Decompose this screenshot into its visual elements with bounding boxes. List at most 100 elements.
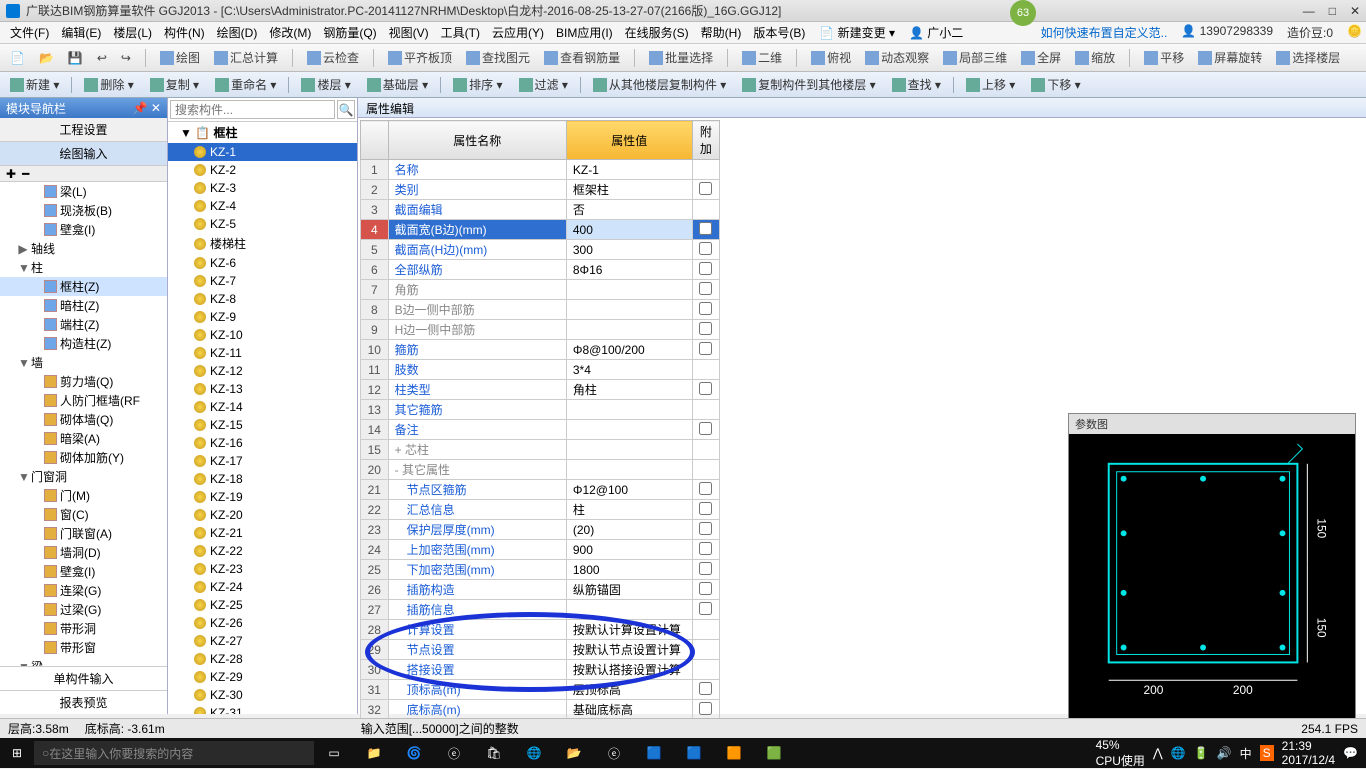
tray-clock[interactable]: 21:392017/12/4 <box>1282 739 1335 767</box>
table-row[interactable]: 32 底标高(m)基础底标高 <box>361 700 720 720</box>
table-row[interactable]: 20- 其它属性 <box>361 460 720 480</box>
table-row[interactable]: 5截面高(H边)(mm)300 <box>361 240 720 260</box>
list-item[interactable]: KZ-20 <box>168 506 357 524</box>
list-item[interactable]: KZ-9 <box>168 308 357 326</box>
table-row[interactable]: 7角筋 <box>361 280 720 300</box>
toolbar2-btn[interactable]: 上移 ▾ <box>962 74 1019 95</box>
toolbar2-btn[interactable]: 楼层 ▾ <box>297 74 354 95</box>
list-item[interactable]: KZ-3 <box>168 179 357 197</box>
menu-item[interactable]: 钢筋量(Q) <box>317 24 382 42</box>
tree-node[interactable]: 带形洞 <box>0 619 167 638</box>
toolbar2-btn[interactable]: 查找 ▾ <box>888 74 945 95</box>
toolbar-btn[interactable]: 局部三维 <box>939 47 1011 68</box>
toolbar-icon[interactable] <box>145 49 146 67</box>
list-item[interactable]: KZ-5 <box>168 215 357 233</box>
table-row[interactable]: 13其它箍筋 <box>361 400 720 420</box>
table-row[interactable]: 12柱类型角柱 <box>361 380 720 400</box>
list-item[interactable]: KZ-26 <box>168 614 357 632</box>
toolbar-icon[interactable]: 💾 <box>64 49 87 67</box>
tree-node[interactable]: ▶轴线 <box>0 239 167 258</box>
tray-ime[interactable]: 中 <box>1240 745 1252 762</box>
list-item[interactable]: KZ-15 <box>168 416 357 434</box>
edge-old-icon[interactable]: ⓔ <box>434 738 474 768</box>
app1-icon[interactable]: 🌀 <box>394 738 434 768</box>
toolbar2-btn[interactable]: 排序 ▾ <box>449 74 506 95</box>
tree-node[interactable]: 暗梁(A) <box>0 429 167 448</box>
list-item[interactable]: KZ-25 <box>168 596 357 614</box>
toolbar-icon[interactable]: ↪ <box>117 49 135 67</box>
app3-icon[interactable]: 🟦 <box>674 738 714 768</box>
table-row[interactable]: 24 上加密范围(mm)900 <box>361 540 720 560</box>
table-row[interactable]: 9H边一侧中部筋 <box>361 320 720 340</box>
list-item[interactable]: KZ-17 <box>168 452 357 470</box>
toolbar-btn[interactable]: 查看钢筋量 <box>540 47 624 68</box>
param-diagram[interactable]: 参数图 150 150 200 200 <box>1068 413 1356 723</box>
search-button[interactable]: 🔍 <box>337 100 355 119</box>
list-item[interactable]: KZ-19 <box>168 488 357 506</box>
search-input[interactable] <box>170 100 335 119</box>
folder-icon[interactable]: 📁 <box>354 738 394 768</box>
menu-newchange[interactable]: 📄 新建变更 ▾ <box>813 22 901 43</box>
tree-node[interactable]: ▼梁 <box>0 657 167 666</box>
list-item[interactable]: KZ-16 <box>168 434 357 452</box>
taskbar-search[interactable]: ○ 在这里输入你要搜索的内容 <box>34 741 314 765</box>
list-item[interactable]: KZ-10 <box>168 326 357 344</box>
table-row[interactable]: 4截面宽(B边)(mm)400 <box>361 220 720 240</box>
toolbar2-btn[interactable]: 复制构件到其他楼层 ▾ <box>738 74 879 95</box>
account-label[interactable]: 👤 13907298339 <box>1181 24 1273 41</box>
app2-icon[interactable]: 🟦 <box>634 738 674 768</box>
tray-net-icon[interactable]: 🌐 <box>1171 746 1186 760</box>
list-item[interactable]: KZ-13 <box>168 380 357 398</box>
toolbar-btn[interactable]: 缩放 <box>1071 47 1119 68</box>
tree-node[interactable]: 剪力墙(Q) <box>0 372 167 391</box>
toolbar-btn[interactable]: 全屏 <box>1017 47 1065 68</box>
toolbar-btn[interactable]: 汇总计算 <box>210 47 282 68</box>
table-row[interactable]: 2类别框架柱 <box>361 180 720 200</box>
list-item[interactable]: KZ-1 <box>168 143 357 161</box>
tree-node[interactable]: 梁(L) <box>0 182 167 201</box>
tray-sogou-icon[interactable]: S <box>1260 745 1274 761</box>
tree-node[interactable]: 暗柱(Z) <box>0 296 167 315</box>
tip-link[interactable]: 如何快速布置自定义范.. <box>1041 24 1168 41</box>
tray-up-icon[interactable]: ⋀ <box>1153 746 1163 760</box>
toolbar2-btn[interactable]: 新建 ▾ <box>6 74 63 95</box>
menu-item[interactable]: 帮助(H) <box>695 24 748 42</box>
tree-node[interactable]: 门(M) <box>0 486 167 505</box>
list-item[interactable]: KZ-23 <box>168 560 357 578</box>
toolbar2-btn[interactable]: 从其他楼层复制构件 ▾ <box>589 74 730 95</box>
maximize-button[interactable]: □ <box>1329 4 1336 18</box>
list-item[interactable]: KZ-12 <box>168 362 357 380</box>
toolbar-btn[interactable]: 绘图 <box>156 47 204 68</box>
toolbar-btn[interactable]: 屏幕旋转 <box>1194 47 1266 68</box>
edge-icon[interactable]: 🌐 <box>514 738 554 768</box>
list-item[interactable]: KZ-8 <box>168 290 357 308</box>
tree-node[interactable]: 框柱(Z) <box>0 277 167 296</box>
store-icon[interactable]: 🛍 <box>474 738 514 768</box>
tree-node[interactable]: 砌体加筋(Y) <box>0 448 167 467</box>
tray-vol-icon[interactable]: 🔊 <box>1217 746 1232 760</box>
list-item[interactable]: KZ-14 <box>168 398 357 416</box>
table-row[interactable]: 22 汇总信息柱 <box>361 500 720 520</box>
ie-icon[interactable]: ⓔ <box>594 738 634 768</box>
tree-node[interactable]: ▼柱 <box>0 258 167 277</box>
list-item[interactable]: KZ-2 <box>168 161 357 179</box>
nav-tree[interactable]: 梁(L)现浇板(B)壁龛(I)▶轴线▼柱框柱(Z)暗柱(Z)端柱(Z)构造柱(Z… <box>0 182 167 666</box>
toolbar2-btn[interactable]: 重命名 ▾ <box>211 74 280 95</box>
nav-tab-settings[interactable]: 工程设置 <box>0 118 167 142</box>
pin-icon[interactable]: 📌 ✕ <box>133 101 161 115</box>
explorer-icon[interactable]: 📂 <box>554 738 594 768</box>
menu-item[interactable]: BIM应用(I) <box>550 24 619 42</box>
app4-icon[interactable]: 🟧 <box>714 738 754 768</box>
toolbar2-btn[interactable]: 删除 ▾ <box>80 74 137 95</box>
table-row[interactable]: 31 顶标高(m)层顶标高 <box>361 680 720 700</box>
tree-node[interactable]: 构造柱(Z) <box>0 334 167 353</box>
nav-bottom-report[interactable]: 报表预览 <box>0 690 167 714</box>
tree-node[interactable]: 人防门框墙(RF <box>0 391 167 410</box>
tray-notif-icon[interactable]: 💬 <box>1343 746 1358 760</box>
menu-item[interactable]: 云应用(Y) <box>486 24 550 42</box>
tree-node[interactable]: ▼墙 <box>0 353 167 372</box>
close-button[interactable]: ✕ <box>1350 4 1360 18</box>
tree-node[interactable]: 壁龛(I) <box>0 220 167 239</box>
table-row[interactable]: 29 节点设置按默认节点设置计算 <box>361 640 720 660</box>
list-item[interactable]: KZ-27 <box>168 632 357 650</box>
